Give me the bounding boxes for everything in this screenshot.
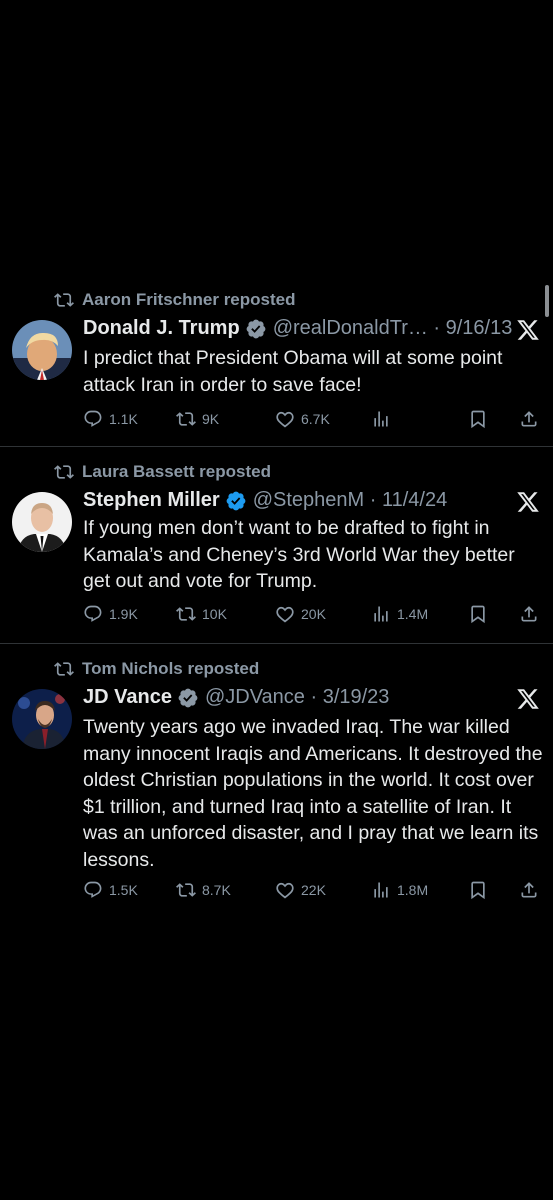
avatar[interactable] bbox=[12, 492, 72, 552]
like-count: 22K bbox=[301, 882, 326, 898]
share-icon bbox=[521, 882, 537, 898]
tweet-text: I predict that President Obama will at s… bbox=[83, 347, 503, 396]
divider bbox=[0, 446, 553, 447]
author-handle-and-date[interactable]: @realDonaldTr… · 9/16/13 bbox=[273, 317, 513, 340]
repost-count: 9K bbox=[202, 411, 220, 427]
views-button[interactable]: 1.4M bbox=[371, 604, 428, 624]
tweet-actions: 1.9K 10K 20K 1.4M bbox=[83, 604, 543, 628]
share-button[interactable] bbox=[519, 880, 539, 900]
reply-count: 1.5K bbox=[109, 882, 138, 898]
tweet-actions: 1.5K 8.7K 22K 1.8M bbox=[83, 880, 543, 904]
avatar-vance-image bbox=[12, 689, 72, 749]
repost-button[interactable]: 10K bbox=[176, 604, 227, 624]
repost-count: 10K bbox=[202, 606, 227, 622]
views-button[interactable]: 1.8M bbox=[371, 880, 428, 900]
reply-icon bbox=[84, 410, 102, 427]
author-handle-and-date[interactable]: @JDVance · 3/19/23 bbox=[205, 686, 389, 709]
repost-icon bbox=[54, 293, 74, 307]
tweet-card[interactable]: Aaron Fritschner reposted Donald J. Trum… bbox=[0, 290, 553, 446]
verified-badge-icon bbox=[178, 688, 198, 707]
like-count: 6.7K bbox=[301, 411, 330, 427]
bookmark-icon bbox=[471, 605, 485, 624]
share-button[interactable] bbox=[519, 604, 539, 624]
reply-button[interactable]: 1.1K bbox=[83, 409, 138, 429]
repost-icon bbox=[176, 883, 196, 897]
author-name[interactable]: Donald J. Trump bbox=[83, 317, 240, 340]
repost-label: Tom Nichols reposted bbox=[82, 659, 260, 678]
tweet-text: Twenty years ago we invaded Iraq. The wa… bbox=[83, 716, 543, 871]
repost-context[interactable]: Tom Nichols reposted bbox=[54, 659, 259, 679]
avatar[interactable] bbox=[12, 689, 72, 749]
author-name[interactable]: JD Vance bbox=[83, 686, 172, 709]
tweet-header: Stephen Miller @StephenM · 11/4/24 bbox=[83, 489, 447, 512]
repost-icon bbox=[176, 607, 196, 621]
reply-count: 1.9K bbox=[109, 606, 138, 622]
share-icon bbox=[521, 606, 537, 622]
repost-context[interactable]: Aaron Fritschner reposted bbox=[54, 290, 296, 310]
bookmark-button[interactable] bbox=[468, 409, 488, 429]
repost-icon bbox=[176, 412, 196, 426]
repost-count: 8.7K bbox=[202, 882, 231, 898]
verified-badge-icon bbox=[246, 319, 266, 338]
author-handle-and-date[interactable]: @StephenM · 11/4/24 bbox=[253, 489, 448, 512]
author-name[interactable]: Stephen Miller bbox=[83, 489, 220, 512]
views-count: 1.4M bbox=[397, 606, 429, 622]
tweet-header: JD Vance @JDVance · 3/19/23 bbox=[83, 686, 389, 709]
bookmark-icon bbox=[471, 881, 485, 900]
tweet-header: Donald J. Trump @realDonaldTr… · 9/16/13 bbox=[83, 317, 512, 340]
bookmark-button[interactable] bbox=[468, 604, 488, 624]
tweet-card[interactable]: Tom Nichols reposted JD Vance @JDVance ·… bbox=[0, 659, 553, 915]
divider bbox=[0, 643, 553, 644]
views-count: 1.8M bbox=[397, 882, 429, 898]
repost-button[interactable]: 9K bbox=[176, 409, 219, 429]
like-button[interactable]: 22K bbox=[275, 880, 326, 900]
x-logo-icon bbox=[517, 689, 539, 709]
views-icon bbox=[374, 882, 388, 898]
repost-label: Aaron Fritschner reposted bbox=[82, 290, 296, 309]
reply-icon bbox=[84, 605, 102, 622]
repost-icon bbox=[54, 662, 74, 676]
reply-button[interactable]: 1.9K bbox=[83, 604, 138, 624]
heart-icon bbox=[276, 606, 294, 623]
like-button[interactable]: 6.7K bbox=[275, 409, 330, 429]
views-button[interactable] bbox=[371, 409, 397, 429]
like-count: 20K bbox=[301, 606, 326, 622]
avatar-miller-image bbox=[12, 492, 72, 552]
tweet-actions: 1.1K 9K 6.7K bbox=[83, 409, 543, 433]
repost-button[interactable]: 8.7K bbox=[176, 880, 231, 900]
heart-icon bbox=[276, 411, 294, 428]
verified-badge-icon bbox=[226, 491, 246, 510]
repost-context[interactable]: Laura Bassett reposted bbox=[54, 462, 271, 482]
repost-label: Laura Bassett reposted bbox=[82, 462, 271, 481]
share-button[interactable] bbox=[519, 409, 539, 429]
heart-icon bbox=[276, 882, 294, 899]
tweet-text: If young men don’t want to be drafted to… bbox=[83, 517, 515, 592]
bookmark-icon bbox=[471, 410, 485, 429]
reply-icon bbox=[84, 881, 102, 898]
views-icon bbox=[374, 411, 388, 427]
bookmark-button[interactable] bbox=[468, 880, 488, 900]
tweet-card[interactable]: Laura Bassett reposted Stephen Miller @S… bbox=[0, 462, 553, 642]
avatar[interactable] bbox=[12, 320, 72, 380]
x-logo-icon bbox=[517, 320, 539, 340]
repost-icon bbox=[54, 465, 74, 479]
reply-count: 1.1K bbox=[109, 411, 138, 427]
like-button[interactable]: 20K bbox=[275, 604, 326, 624]
reply-button[interactable]: 1.5K bbox=[83, 880, 138, 900]
share-icon bbox=[521, 411, 537, 427]
views-icon bbox=[374, 606, 388, 622]
avatar-trump-image bbox=[12, 320, 72, 380]
x-logo-icon bbox=[517, 492, 539, 512]
